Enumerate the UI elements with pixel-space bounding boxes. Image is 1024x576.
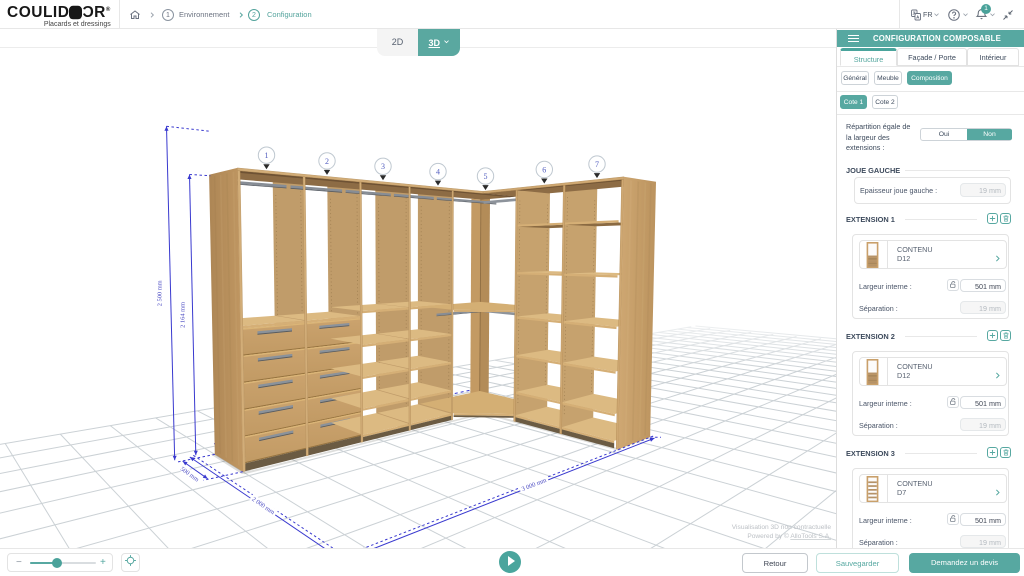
svg-text:1: 1 [265,151,269,160]
svg-text:Powered by © AlloTools S.A.: Powered by © AlloTools S.A. [747,532,831,540]
svg-text:3 000 mm: 3 000 mm [521,477,548,493]
svg-text:2: 2 [325,157,329,166]
svg-text:2 164 mm: 2 164 mm [180,302,187,328]
svg-text:2 000 mm: 2 000 mm [250,496,275,516]
svg-text:3: 3 [381,162,385,171]
svg-text:Visualisation 3D non contractu: Visualisation 3D non contractuelle [732,524,832,531]
svg-text:4: 4 [436,168,440,177]
svg-text:2 500 mm: 2 500 mm [157,280,164,306]
svg-text:5: 5 [484,172,488,181]
svg-text:6: 6 [542,165,546,174]
svg-text:7: 7 [595,160,599,169]
svg-text:500 mm: 500 mm [179,466,200,484]
